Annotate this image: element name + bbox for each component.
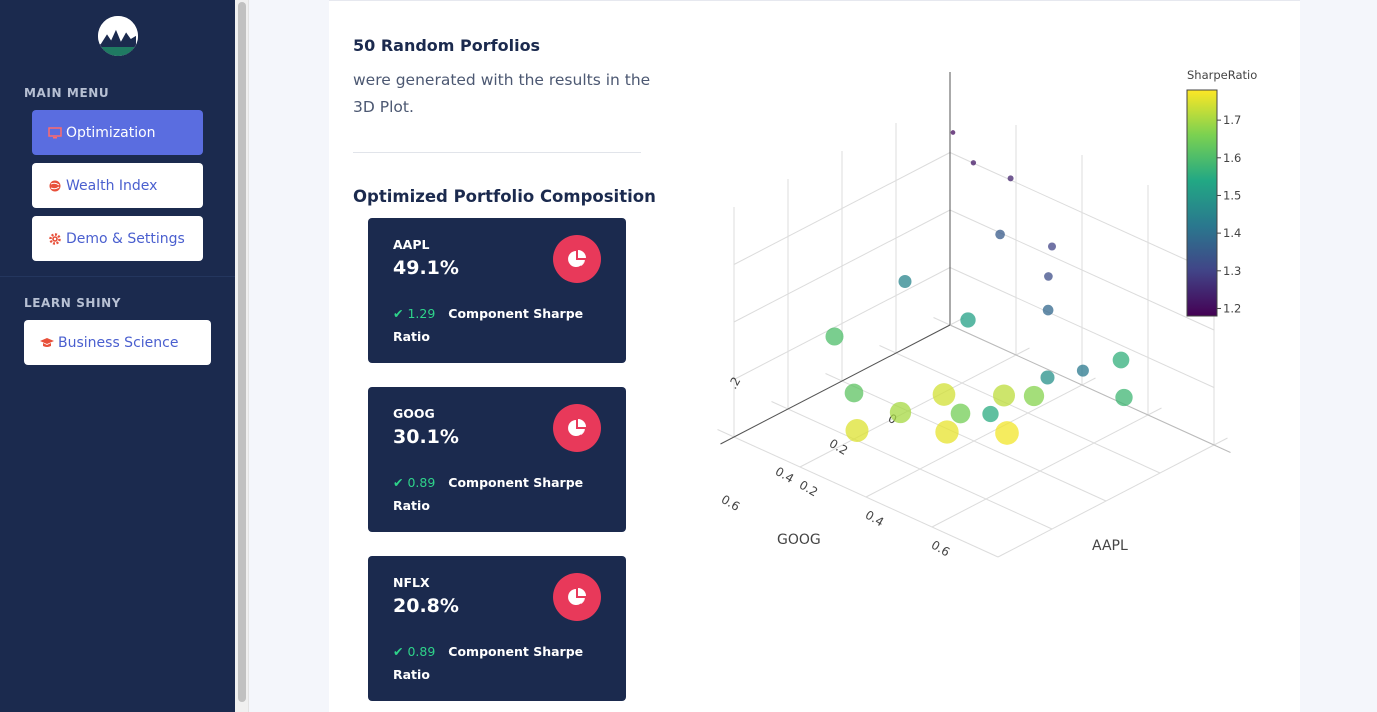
card-footer: ✔ 0.89 Component Sharpe Ratio bbox=[393, 471, 603, 517]
card-ticker: NFLX bbox=[393, 575, 430, 590]
sidebar: MAIN MENU Optimization Wealth Index Demo… bbox=[0, 0, 235, 712]
card-weight: 49.1% bbox=[393, 257, 459, 279]
scatter-point[interactable] bbox=[1042, 304, 1054, 316]
x-tick-label: 0.2 bbox=[797, 478, 821, 500]
scatter-point[interactable] bbox=[1044, 272, 1053, 281]
scatter-point[interactable] bbox=[845, 419, 869, 442]
sidebar-item-demo-settings[interactable]: Demo & Settings bbox=[32, 216, 203, 261]
x-axis-title: AAPL bbox=[1092, 538, 1128, 554]
scatter-point[interactable] bbox=[970, 160, 977, 166]
scatter-point[interactable] bbox=[950, 130, 956, 135]
page-title: 50 Random Porfolios bbox=[353, 36, 541, 55]
colorbar-tick-label: 1.5 bbox=[1223, 188, 1241, 202]
check-icon: ✔ bbox=[393, 475, 404, 490]
x-axis-line bbox=[949, 324, 1231, 453]
grid-line bbox=[825, 373, 1107, 502]
scatter-point[interactable] bbox=[950, 403, 971, 424]
scatter-point[interactable] bbox=[898, 275, 912, 288]
sidebar-item-label: Optimization bbox=[66, 124, 156, 141]
colorbar-tick-label: 1.2 bbox=[1223, 301, 1241, 315]
card-ticker: GOOG bbox=[393, 406, 435, 421]
scatter-point[interactable] bbox=[932, 383, 956, 406]
sidebar-item-label: Wealth Index bbox=[66, 177, 158, 194]
sidebar-item-wealth-index[interactable]: Wealth Index bbox=[32, 163, 203, 208]
scatter-point[interactable] bbox=[844, 383, 864, 403]
grid-line bbox=[931, 407, 1162, 528]
colorbar-title: SharpeRatio bbox=[1187, 68, 1257, 82]
pie-chart-icon bbox=[553, 573, 601, 621]
scatter-point[interactable] bbox=[995, 229, 1005, 240]
card-weight: 30.1% bbox=[393, 426, 459, 448]
scatter-point[interactable] bbox=[1048, 242, 1056, 251]
y-tick-label: 0.2 bbox=[827, 436, 851, 458]
scatter-point[interactable] bbox=[1040, 370, 1055, 385]
colorbar-tick-label: 1.4 bbox=[1223, 226, 1241, 240]
scatter-point[interactable] bbox=[960, 312, 976, 328]
gear-icon bbox=[48, 232, 62, 246]
scatter-point[interactable] bbox=[1023, 385, 1045, 407]
pie-chart-icon bbox=[553, 235, 601, 283]
card-footer: ✔ 0.89 Component Sharpe Ratio bbox=[393, 640, 603, 686]
portfolio-card-aapl: AAPL 49.1% ✔ 1.29 Component Sharpe Ratio bbox=[368, 218, 626, 363]
sidebar-divider bbox=[0, 276, 235, 277]
card-weight: 20.8% bbox=[393, 595, 459, 617]
globe-icon bbox=[48, 179, 62, 193]
card-sharpe: 1.29 bbox=[407, 306, 436, 321]
z-tick-label: .2 bbox=[726, 375, 744, 392]
learn-shiny-heading: LEARN SHINY bbox=[24, 296, 122, 310]
scatter-point[interactable] bbox=[995, 421, 1019, 445]
scatter-point[interactable] bbox=[1115, 388, 1133, 407]
graduation-cap-icon bbox=[40, 336, 54, 350]
scatter-point[interactable] bbox=[935, 420, 959, 444]
3d-scatter-plot[interactable]: 0.20.40.600.20.40.6.2AAPLGOOG SharpeRati… bbox=[700, 60, 1300, 620]
scatter-point[interactable] bbox=[825, 327, 844, 346]
lead-text: were generated with the results in the 3… bbox=[353, 71, 651, 116]
card-sharpe: 0.89 bbox=[407, 475, 436, 490]
grid-line bbox=[717, 429, 999, 558]
sidebar-item-business-science[interactable]: Business Science bbox=[24, 320, 211, 365]
y-tick-label: 0.6 bbox=[719, 492, 743, 514]
check-icon: ✔ bbox=[393, 644, 404, 659]
grid-line bbox=[771, 401, 1053, 530]
colorbar-tick-label: 1.6 bbox=[1223, 151, 1241, 165]
scatter-point[interactable] bbox=[993, 384, 1015, 407]
mountain-logo-icon[interactable] bbox=[98, 16, 138, 56]
section-divider bbox=[353, 152, 641, 153]
scatter-point[interactable] bbox=[1076, 364, 1089, 377]
sidebar-item-label: Demo & Settings bbox=[66, 230, 185, 247]
y-axis-title: GOOG bbox=[777, 532, 821, 548]
portfolio-card-nflx: NFLX 20.8% ✔ 0.89 Component Sharpe Ratio bbox=[368, 556, 626, 701]
scatter-point[interactable] bbox=[982, 405, 999, 423]
x-tick-label: 0.6 bbox=[929, 538, 953, 560]
main-menu-heading: MAIN MENU bbox=[24, 86, 110, 100]
colorbar bbox=[1186, 89, 1218, 317]
scrollbar-thumb[interactable] bbox=[238, 2, 246, 702]
card-ticker: AAPL bbox=[393, 237, 430, 252]
monitor-icon bbox=[48, 126, 62, 140]
composition-title: Optimized Portfolio Composition bbox=[353, 187, 656, 206]
x-tick-label: 0.4 bbox=[863, 508, 887, 530]
sidebar-item-optimization[interactable]: Optimization bbox=[32, 110, 203, 155]
sidebar-item-label: Business Science bbox=[58, 334, 179, 351]
card-sharpe: 0.89 bbox=[407, 644, 436, 659]
y-tick-label: 0.4 bbox=[773, 464, 797, 486]
check-icon: ✔ bbox=[393, 306, 404, 321]
scatter-point[interactable] bbox=[889, 401, 912, 424]
grid-line bbox=[865, 377, 1096, 498]
portfolio-card-goog: GOOG 30.1% ✔ 0.89 Component Sharpe Ratio bbox=[368, 387, 626, 532]
colorbar-tick-label: 1.7 bbox=[1223, 113, 1241, 127]
card-footer: ✔ 1.29 Component Sharpe Ratio bbox=[393, 302, 603, 348]
scatter-point[interactable] bbox=[1007, 175, 1014, 182]
pie-chart-icon bbox=[553, 404, 601, 452]
scatter-point[interactable] bbox=[1112, 351, 1130, 369]
colorbar-tick-label: 1.3 bbox=[1223, 264, 1241, 278]
